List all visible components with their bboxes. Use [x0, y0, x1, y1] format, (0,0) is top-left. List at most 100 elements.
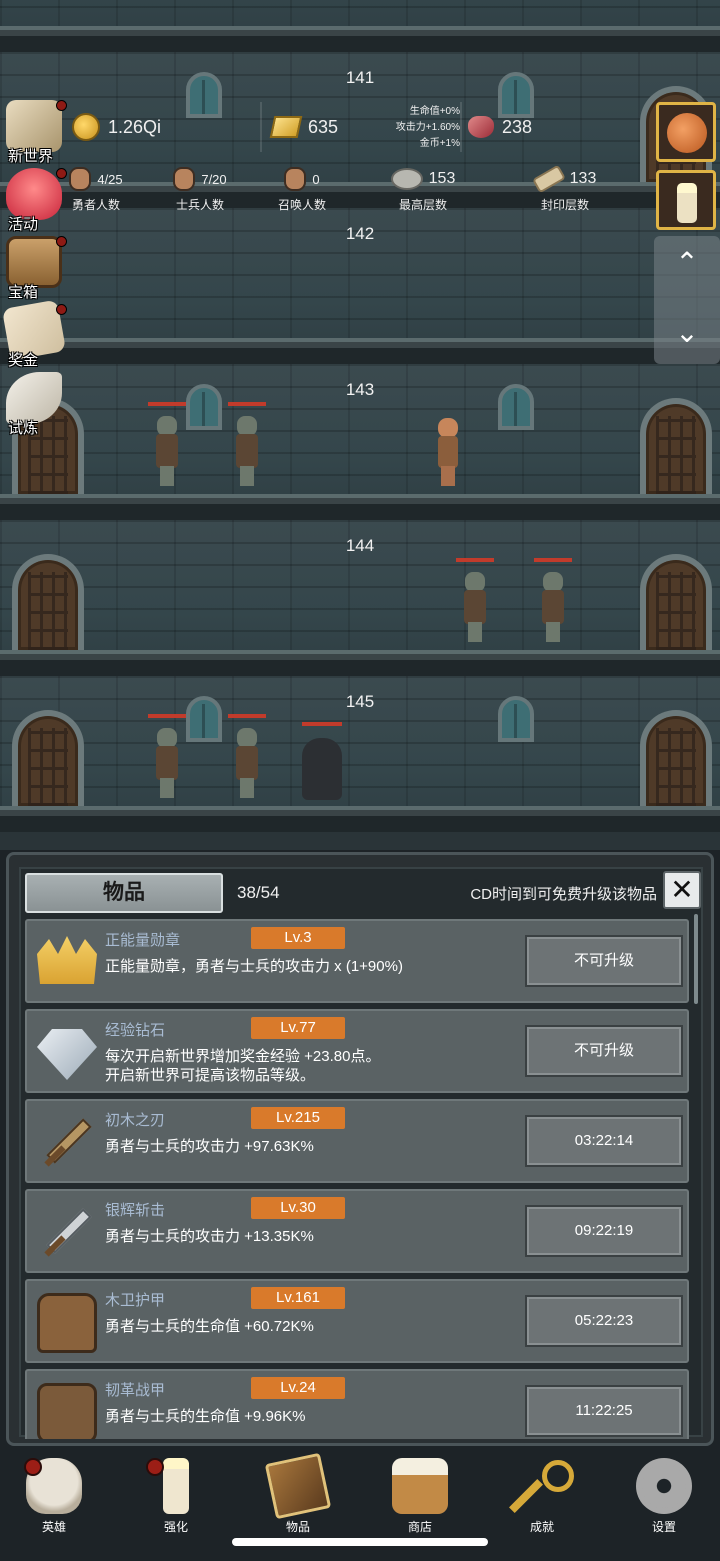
- item-level: Lv.161: [251, 1287, 345, 1309]
- stat-value: 0: [312, 171, 320, 187]
- upgrade-button[interactable]: 不可升级: [525, 935, 683, 987]
- scroll-down-button[interactable]: ⌄: [654, 316, 720, 366]
- door: [12, 710, 84, 806]
- stat-label: 召唤人数: [277, 198, 326, 212]
- bonus-hp: 生命值+0%: [409, 106, 460, 117]
- door: [640, 398, 712, 494]
- item-level: Lv.30: [251, 1197, 345, 1219]
- window: [498, 696, 534, 742]
- menu-label: 宝箱: [8, 284, 39, 301]
- item-description: 勇者与士兵的生命值 +9.96K%: [105, 1408, 306, 1425]
- menu-events[interactable]: 活动: [2, 168, 68, 234]
- gold-resource: 635: [269, 98, 339, 156]
- menu-new-world[interactable]: 新世界: [2, 100, 68, 166]
- pumpkin-item-button[interactable]: [656, 102, 716, 162]
- item-list: 正能量勋章 Lv.3 正能量勋章，勇者与士兵的攻击力 x (1+90%) 不可升…: [25, 919, 693, 1439]
- tower-floor-144: 144: [0, 520, 720, 676]
- list-item: 银辉斩击 Lv.30 勇者与士兵的攻击力 +13.35K% 09:22:19: [25, 1189, 689, 1273]
- zombie-enemy[interactable]: [534, 558, 572, 642]
- floor-number: 144: [345, 536, 375, 555]
- resource-bar: 1.26Qi 635 生命值+0% 攻击力+1.60% 金币+1% 238: [68, 98, 648, 156]
- nav-items[interactable]: 物品: [248, 1452, 348, 1544]
- key-icon: [514, 1458, 574, 1514]
- pumpkin-icon: [667, 113, 707, 153]
- candle-icon: [163, 1458, 189, 1514]
- nav-label: 英雄: [41, 1520, 66, 1534]
- coin-icon: [72, 113, 100, 141]
- menu-trial[interactable]: 试炼: [2, 372, 68, 438]
- nav-enhance[interactable]: 强化: [126, 1454, 226, 1544]
- hero-character[interactable]: [434, 418, 462, 486]
- list-item: 初木之刃 Lv.215 勇者与士兵的攻击力 +97.63K% 03:22:14: [25, 1099, 689, 1183]
- candle-item-button[interactable]: [656, 170, 716, 230]
- tower-floor-145: 145: [0, 676, 720, 832]
- nav-settings[interactable]: 设置: [614, 1454, 714, 1544]
- nav-label: 成就: [529, 1520, 554, 1534]
- nav-heroes[interactable]: 英雄: [4, 1454, 104, 1544]
- window: [186, 384, 222, 430]
- stat-label: 勇者人数: [71, 198, 120, 212]
- scroll-up-button[interactable]: ⌃: [654, 246, 720, 296]
- item-name: 木卫护甲: [105, 1292, 166, 1309]
- door: [640, 710, 712, 806]
- gem-icon: [468, 116, 494, 138]
- home-indicator[interactable]: [232, 1538, 488, 1546]
- stat-label: 最高层数: [398, 198, 447, 212]
- nav-label: 设置: [651, 1520, 676, 1534]
- hero-count-stat: 4/25 勇者人数: [60, 162, 132, 213]
- upgrade-timer-button[interactable]: 09:22:19: [525, 1205, 683, 1257]
- wooden-armor-icon: [37, 1293, 97, 1353]
- stat-label: 封印层数: [540, 198, 589, 212]
- zombie-enemy[interactable]: [148, 402, 186, 486]
- wooden-sword-icon: [37, 1113, 97, 1173]
- coin-resource: 1.26Qi: [72, 98, 161, 156]
- menu-bonus[interactable]: 奖金: [1, 299, 68, 370]
- list-scrollbar[interactable]: [694, 914, 698, 1004]
- zombie-enemy[interactable]: [228, 714, 266, 798]
- window: [186, 696, 222, 742]
- notification-badge: [146, 1458, 164, 1476]
- tower-floor: [0, 0, 720, 52]
- panel-title: 物品: [25, 873, 223, 913]
- stat-value: 133: [569, 170, 597, 187]
- list-item: 韧革战甲 Lv.24 勇者与士兵的生命值 +9.96K% 11:22:25: [25, 1369, 689, 1439]
- mug-icon: [392, 1458, 448, 1514]
- tower-scene: 141 142 143 144 145 1.26Qi 635 生命值+0% 攻击…: [0, 0, 720, 850]
- notification-badge: [56, 168, 67, 179]
- item-level: Lv.3: [251, 927, 345, 949]
- floor-number: 145: [345, 692, 375, 711]
- leather-armor-icon: [37, 1383, 97, 1439]
- ghost-enemy[interactable]: [302, 722, 342, 800]
- summon-count-stat: 0 召唤人数: [266, 162, 338, 213]
- candle-icon: [677, 183, 697, 223]
- item-level: Lv.77: [251, 1017, 345, 1039]
- close-button[interactable]: ✕: [663, 871, 701, 909]
- soldier-count-stat: 7/20 士兵人数: [164, 162, 236, 213]
- notification-badge: [56, 304, 67, 315]
- upgrade-button[interactable]: 不可升级: [525, 1025, 683, 1077]
- zombie-enemy[interactable]: [228, 402, 266, 486]
- stat-label: 士兵人数: [175, 198, 224, 212]
- nav-label: 物品: [285, 1520, 310, 1534]
- zombie-enemy[interactable]: [456, 558, 494, 642]
- item-count: 38/54: [237, 883, 280, 902]
- upgrade-timer-button[interactable]: 11:22:25: [525, 1385, 683, 1437]
- menu-label: 新世界: [8, 148, 54, 165]
- nav-shop[interactable]: 商店: [370, 1454, 470, 1544]
- menu-chest[interactable]: 宝箱: [2, 236, 68, 302]
- upgrade-timer-button[interactable]: 05:22:23: [525, 1295, 683, 1347]
- gold-amount: 635: [308, 116, 339, 137]
- nav-achievements[interactable]: 成就: [492, 1454, 592, 1544]
- tower-floor-143: 143: [0, 364, 720, 520]
- summon-face-icon: [284, 167, 307, 191]
- notification-badge: [24, 1458, 42, 1476]
- bonus-attack: 攻击力+1.60%: [395, 122, 460, 133]
- zombie-enemy[interactable]: [148, 714, 186, 798]
- scroll-icon: [531, 164, 566, 194]
- gem-amount: 238: [502, 116, 533, 137]
- item-description: 勇者与士兵的生命值 +60.72K%: [105, 1318, 314, 1335]
- upgrade-timer-button[interactable]: 03:22:14: [525, 1115, 683, 1167]
- stat-value: 153: [428, 170, 456, 187]
- nav-label: 商店: [407, 1520, 432, 1534]
- menu-label: 奖金: [8, 352, 39, 369]
